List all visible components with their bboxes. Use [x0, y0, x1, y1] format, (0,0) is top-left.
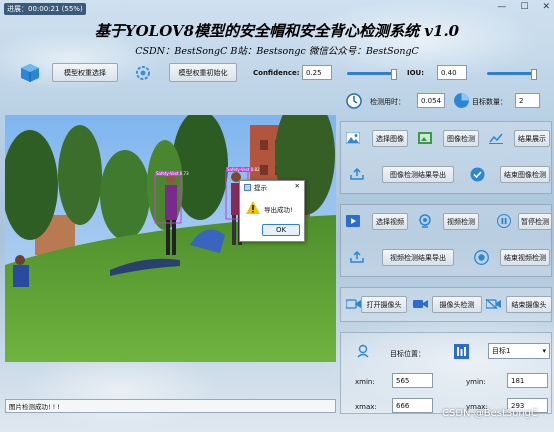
select-weights-button[interactable]: 模型权重选择 — [52, 63, 118, 82]
photo-detect-icon — [417, 130, 433, 146]
dialog-ok-button[interactable]: OK — [262, 224, 300, 236]
window-controls: — ☐ ✕ — [497, 2, 550, 12]
pause-detect-button[interactable]: 暂停检测 — [518, 213, 552, 230]
count-label: 目标数量： — [472, 98, 507, 106]
iou-slider[interactable] — [487, 69, 537, 80]
end-video-detect-button[interactable]: 结束视频检测 — [500, 249, 550, 266]
xmin-label: xmin: — [355, 378, 375, 386]
pause-icon — [496, 213, 512, 229]
end-image-detect-button[interactable]: 结束图像检测 — [500, 166, 550, 183]
xmax-label: xmax: — [355, 403, 377, 411]
detection-label-2: Safety-Vest 0.82 — [227, 167, 260, 172]
init-weights-button[interactable]: 模型权重初始化 — [169, 63, 237, 82]
check-circle-icon — [469, 166, 485, 182]
webcam-icon — [417, 213, 433, 229]
confidence-label: Confidence: — [253, 69, 300, 77]
maximize-button[interactable]: ☐ — [520, 2, 528, 12]
select-video-button[interactable]: 选择视频 — [372, 213, 408, 230]
confidence-slider[interactable] — [347, 69, 397, 80]
grid-icon — [453, 343, 469, 359]
open-camera-button[interactable]: 打开摄像头 — [361, 296, 407, 313]
target-select-value: 目标1 — [492, 347, 511, 355]
upload-icon — [349, 166, 365, 182]
select-image-button[interactable]: 选择图像 — [372, 130, 408, 147]
video-file-icon — [345, 213, 361, 229]
export-video-result-button[interactable]: 视频检测结果导出 — [382, 249, 454, 266]
dialog-close-button[interactable]: ✕ — [295, 182, 300, 190]
chevron-down-icon: ▾ — [542, 347, 546, 355]
window-title: 进展：00:00:21 (55%) — [4, 3, 86, 15]
camera-icon — [345, 296, 361, 312]
camera-off-icon — [485, 296, 501, 312]
line-chart-icon — [488, 130, 504, 146]
iou-label: IOU: — [407, 69, 425, 77]
iou-spinbox[interactable]: 0.40 — [437, 65, 467, 80]
pie-chart-icon — [452, 91, 470, 109]
ymin-label: ymin: — [466, 378, 486, 386]
dialog-titlebar: 提示 ✕ — [240, 181, 304, 193]
time-value: 0.054 — [417, 93, 445, 108]
watermark: CSDN @BestSongC — [442, 408, 538, 419]
detect-video-button[interactable]: 视频检测 — [443, 213, 479, 230]
gear-icon — [133, 63, 153, 83]
clock-icon — [345, 92, 363, 110]
minimize-button[interactable]: — — [497, 2, 506, 12]
target-position-label: 目标位置： — [390, 350, 425, 358]
dialog-message: 导出成功! — [264, 206, 293, 214]
app-title: 基于YOLOV8模型的安全帽和安全背心检测系统 v1.0 — [94, 22, 460, 40]
video-camera-icon — [412, 296, 428, 312]
message-dialog: 提示 ✕ 导出成功! OK — [239, 180, 305, 242]
dialog-title: 提示 — [254, 184, 267, 192]
close-window-button[interactable]: ✕ — [542, 2, 550, 12]
export-image-result-button[interactable]: 图像检测结果导出 — [382, 166, 454, 183]
upload-icon — [349, 249, 365, 265]
time-label: 检测用时： — [370, 98, 405, 106]
confidence-spinbox[interactable]: 0.25 — [302, 65, 332, 80]
location-icon — [355, 343, 371, 359]
titlebar: 进展：00:00:21 (55%) — ☐ ✕ — [0, 0, 554, 18]
cube-icon — [19, 62, 41, 84]
xmin-value: 565 — [392, 373, 433, 388]
count-value: 2 — [515, 93, 540, 108]
camera-detect-button[interactable]: 摄像头检测 — [432, 296, 482, 313]
show-result-button[interactable]: 结果展示 — [514, 130, 550, 147]
target-select[interactable]: 目标1 ▾ — [488, 343, 550, 359]
end-camera-button[interactable]: 结束摄像头 — [506, 296, 552, 313]
xmax-value: 666 — [392, 398, 433, 413]
stop-icon — [473, 249, 489, 265]
app-icon — [244, 183, 251, 191]
app-window: 进展：00:00:21 (55%) — ☐ ✕ 基于YOLOV8模型的安全帽和安… — [0, 0, 554, 432]
ymin-value: 181 — [507, 373, 548, 388]
app-subtitle: CSDN：BestSongC B站：Bestsongc 微信公众号：BestSo… — [135, 46, 419, 57]
detection-label-1: Safety-Vest 0.73 — [156, 171, 189, 176]
warning-icon — [246, 201, 260, 216]
detect-image-button[interactable]: 图像检测 — [443, 130, 479, 147]
image-icon — [345, 130, 361, 146]
status-bar: 图片检测成功! ! ! — [5, 399, 336, 413]
